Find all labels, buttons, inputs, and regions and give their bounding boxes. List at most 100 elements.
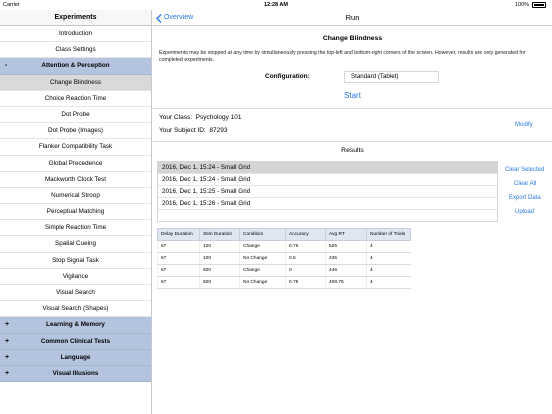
table-cell: 4 — [366, 252, 411, 265]
sidebar-section[interactable]: + Learning & Memory — [0, 317, 151, 334]
result-row[interactable]: 2016, Dec 1, 15:24 - Small Grid — [158, 174, 497, 186]
subject-id-label: Your Subject ID: — [159, 127, 206, 134]
experiment-note: Experiments may be stopped at any time b… — [159, 50, 526, 63]
export-data-button[interactable]: Export Data — [509, 195, 541, 201]
sidebar-item[interactable]: Simple Reaction Time — [0, 220, 151, 237]
class-label: Your Class: — [159, 114, 192, 121]
battery-icon — [532, 2, 546, 8]
start-button[interactable]: Start — [153, 91, 552, 100]
table-cell: 67 — [157, 252, 200, 265]
column-header: Delay Duration — [157, 228, 200, 241]
table-cell: 0.5 — [285, 252, 326, 265]
sidebar-item-label: Common Clinical Tests — [40, 337, 111, 345]
sidebar-item-label: Class Settings — [55, 46, 96, 54]
sidebar-item-label: Change Blindness — [49, 78, 102, 86]
collapse-icon: - — [5, 62, 8, 70]
result-row[interactable]: 2016, Dec 1, 15:24 - Small Grid — [158, 162, 497, 174]
sidebar-item[interactable]: Change Blindness — [0, 74, 151, 91]
sidebar-item-label: Visual Search (Shapes) — [42, 305, 109, 313]
sidebar-item[interactable]: Stop Signal Task — [0, 253, 151, 269]
table-cell: 4 — [366, 240, 411, 253]
table-cell: Change — [239, 264, 286, 277]
subject-info: Your Subject ID: 87293 — [159, 127, 227, 134]
sidebar-item-label: Vigilance — [62, 272, 89, 280]
results-title: Results — [341, 147, 364, 154]
clear-all-button[interactable]: Clear All — [514, 181, 536, 187]
sidebar-item[interactable]: Vigilance — [0, 269, 151, 285]
class-value: Psychology 101 — [195, 114, 242, 121]
sidebar-section[interactable]: - Attention & Perception — [0, 58, 151, 75]
status-bar: Carrier 12:28 AM 100% — [0, 0, 552, 10]
table-cell: No Change — [239, 276, 286, 289]
sidebar-item[interactable]: Mackworth Clock Test — [0, 172, 151, 188]
sidebar-title: Experiments — [0, 10, 151, 26]
sidebar-item-label: Flanker Compatibility Task — [38, 143, 113, 151]
status-time: 12:28 AM — [264, 2, 288, 8]
table-cell: 0.75 — [285, 240, 326, 253]
sidebar-item-label: Attention & Perception — [41, 62, 110, 70]
sidebar-section[interactable]: + Language — [0, 349, 151, 366]
column-header: Number of Trials — [366, 228, 411, 241]
expand-icon: + — [5, 369, 10, 377]
sidebar-item[interactable]: Numerical Stroop — [0, 188, 151, 205]
result-row[interactable]: 2016, Dec 1, 15:25 - Small Grid — [158, 186, 497, 198]
subject-id-value: 87293 — [209, 127, 228, 134]
table-cell: 525 — [325, 240, 367, 253]
table-cell: 0 — [285, 264, 326, 277]
sidebar-item[interactable]: Visual Search — [0, 285, 151, 302]
table-cell: 435 — [325, 252, 367, 265]
experiment-title: Change Blindness — [322, 35, 383, 42]
table-row: 67 500 Change 0 446 4 — [157, 264, 411, 277]
column-header: Accuracy — [285, 228, 326, 241]
result-row[interactable]: 2016, Dec 1, 15:26 - Small Grid — [158, 198, 497, 210]
sidebar-item[interactable]: Introduction — [0, 26, 151, 43]
table-cell: 408.75 — [325, 276, 367, 289]
sidebar-item-label: Stop Signal Task — [52, 256, 99, 264]
table-cell: 4 — [366, 276, 411, 289]
sidebar-item-label: Visual Illusions — [52, 369, 99, 377]
modify-button[interactable]: Modify — [515, 122, 533, 128]
column-header: Stim Duration — [199, 228, 240, 241]
table-cell: 100 — [199, 252, 240, 265]
main-pane: Overview Run Change Blindness Experiment… — [153, 10, 552, 414]
table-cell: 67 — [157, 240, 200, 253]
clear-selected-button[interactable]: Clear Selected — [505, 167, 544, 173]
table-cell: 100 — [199, 240, 240, 253]
sidebar-item-label: Language — [60, 353, 91, 361]
sidebar-item[interactable]: Perceptual Matching — [0, 204, 151, 221]
expand-icon: + — [5, 321, 10, 329]
sidebar-item-label: Learning & Memory — [46, 321, 105, 329]
divider — [153, 141, 552, 142]
sidebar-item[interactable]: Dot Probe — [0, 107, 151, 124]
table-cell: 0.75 — [285, 276, 326, 289]
sidebar-item[interactable]: Flanker Compatibility Task — [0, 139, 151, 156]
table-header-row: Delay Duration Stim Duration Condition A… — [157, 228, 411, 241]
table-cell: 500 — [199, 276, 240, 289]
sidebar-item[interactable]: Dot Probe (Images) — [0, 123, 151, 140]
nav-bar: Overview Run — [153, 10, 552, 26]
battery-percent: 100% — [514, 2, 529, 8]
sidebar-item-label: Introduction — [59, 30, 92, 37]
configuration-label: Configuration: — [265, 73, 310, 80]
expand-icon: + — [5, 337, 10, 345]
sidebar-item[interactable]: Visual Search (Shapes) — [0, 301, 151, 318]
table-cell: 4 — [366, 264, 411, 277]
upload-button[interactable]: Upload — [515, 209, 534, 215]
sidebar-section[interactable]: + Common Clinical Tests — [0, 333, 151, 350]
sidebar-item-label: Perceptual Matching — [46, 208, 105, 216]
sidebar-item-label: Dot Probe — [61, 110, 90, 118]
configuration-field[interactable]: Standard (Tablet) — [344, 71, 439, 83]
table-cell: Change — [239, 240, 286, 253]
table-row: 67 500 No Change 0.75 408.75 4 — [157, 276, 411, 289]
column-header: Avg RT — [325, 228, 367, 241]
sidebar-item[interactable]: Global Precedence — [0, 156, 151, 172]
expand-icon: + — [5, 353, 10, 361]
sidebar-item[interactable]: Spatial Cueing — [0, 236, 151, 253]
column-header: Condition — [239, 228, 286, 241]
sidebar-item-label: Global Precedence — [48, 159, 103, 167]
divider — [153, 108, 552, 109]
sidebar-item[interactable]: Choice Reaction Time — [0, 91, 151, 107]
sidebar-item[interactable]: Class Settings — [0, 42, 151, 59]
experiments-sidebar: Experiments Introduction Class Settings - A… — [0, 10, 152, 414]
sidebar-section[interactable]: + Visual Illusions — [0, 365, 151, 383]
